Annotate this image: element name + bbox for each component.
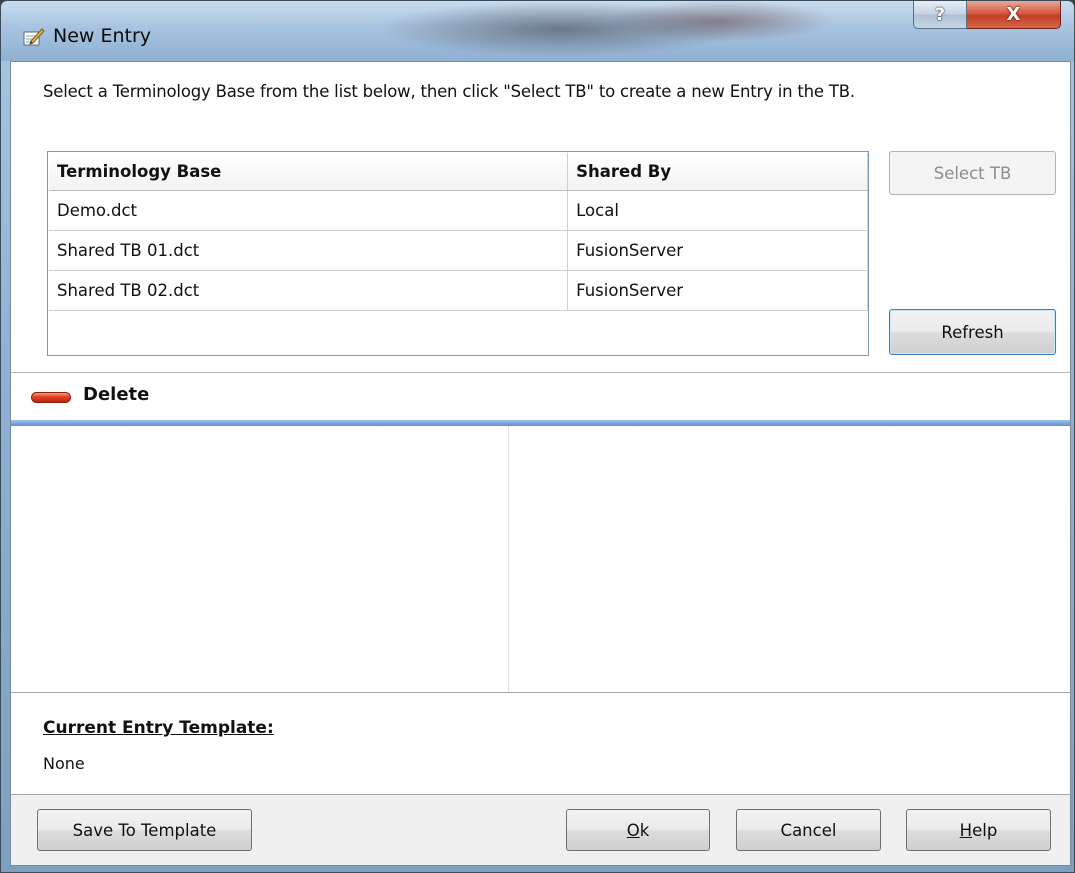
divider [11, 692, 1070, 693]
close-button[interactable]: X [967, 1, 1061, 29]
table-row[interactable]: Shared TB 01.dct FusionServer [49, 230, 868, 271]
cell-shared-by: Local [567, 190, 868, 231]
grid-header-row: Terminology Base Shared By [49, 153, 868, 191]
edit-entry-icon [23, 28, 45, 46]
cancel-button[interactable]: Cancel [736, 809, 881, 851]
dialog-window: New Entry ? X Select a Terminology Base … [0, 0, 1075, 873]
refresh-button[interactable]: Refresh [889, 309, 1056, 355]
ok-mnemonic: O [626, 820, 640, 840]
cell-shared-by: FusionServer [567, 230, 868, 271]
help-label-rest: elp [972, 820, 998, 840]
column-header-terminology-base[interactable]: Terminology Base [49, 153, 569, 191]
cell-terminology-base: Shared TB 02.dct [49, 270, 569, 311]
entry-panel-left [11, 426, 509, 692]
entry-panel-right [509, 426, 1070, 692]
help-caption-icon: ? [935, 4, 945, 25]
window-title: New Entry [53, 25, 152, 47]
tb-table: Terminology Base Shared By Demo.dct Loca… [49, 153, 868, 311]
select-tb-button[interactable]: Select TB [889, 151, 1056, 195]
dialog-client-area: Select a Terminology Base from the list … [10, 61, 1071, 866]
delete-toolbar: Delete [11, 373, 1070, 420]
save-to-template-button[interactable]: Save To Template [37, 809, 252, 851]
current-entry-template-value: None [43, 754, 85, 773]
minus-pill-icon[interactable] [31, 392, 71, 403]
ok-label-rest: k [639, 820, 650, 840]
instructions-text: Select a Terminology Base from the list … [43, 82, 855, 101]
table-row[interactable]: Demo.dct Local [49, 190, 868, 231]
ok-button[interactable]: Ok [566, 809, 710, 851]
close-icon: X [1006, 4, 1021, 25]
help-mnemonic: H [959, 820, 973, 840]
help-button[interactable]: Help [906, 809, 1051, 851]
table-row[interactable]: Shared TB 02.dct FusionServer [49, 270, 868, 311]
column-header-shared-by[interactable]: Shared By [567, 153, 868, 191]
current-entry-template-heading: Current Entry Template: [43, 718, 274, 738]
terminology-base-grid[interactable]: Terminology Base Shared By Demo.dct Loca… [47, 151, 869, 356]
cell-shared-by: FusionServer [567, 270, 868, 311]
help-caption-button[interactable]: ? [913, 1, 967, 29]
cell-terminology-base: Demo.dct [49, 190, 569, 231]
caption-buttons: ? X [913, 1, 1061, 30]
dialog-footer: Save To Template Ok Cancel Help [11, 795, 1070, 865]
cell-terminology-base: Shared TB 01.dct [49, 230, 569, 271]
delete-button[interactable]: Delete [83, 384, 149, 405]
title-bar[interactable]: New Entry ? X [1, 1, 1074, 61]
